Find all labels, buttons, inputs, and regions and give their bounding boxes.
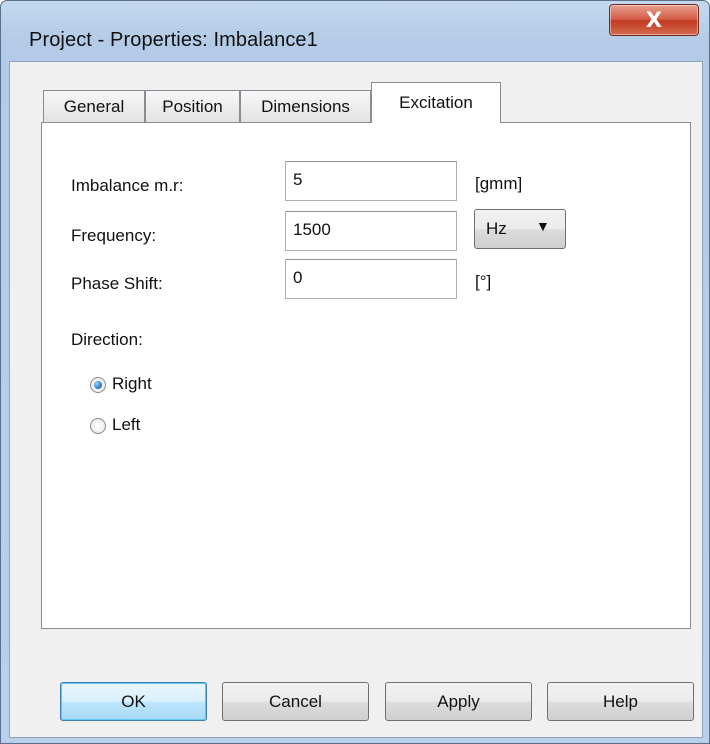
frequency-label: Frequency: — [71, 226, 157, 245]
tab-position[interactable]: Position — [145, 90, 240, 122]
frequency-unit-select[interactable]: Hz ▼ — [474, 209, 566, 249]
imbalance-unit: [gmm] — [475, 174, 523, 193]
frequency-unit-value: Hz — [486, 219, 507, 238]
phase-shift-unit: [°] — [475, 272, 492, 291]
close-icon: X — [645, 8, 663, 32]
close-button[interactable]: X — [609, 4, 699, 36]
chevron-down-icon: ▼ — [536, 218, 550, 234]
apply-button[interactable]: Apply — [385, 682, 532, 721]
help-button[interactable]: Help — [547, 682, 694, 721]
imbalance-input[interactable]: 5 — [285, 161, 457, 201]
radio-left[interactable] — [90, 418, 106, 434]
phase-shift-label: Phase Shift: — [71, 274, 163, 293]
tab-general[interactable]: General — [43, 90, 145, 122]
imbalance-label: Imbalance m.r: — [71, 176, 184, 195]
frequency-input[interactable]: 1500 — [285, 211, 457, 251]
tab-dimensions[interactable]: Dimensions — [240, 90, 371, 122]
tab-excitation[interactable]: Excitation — [371, 82, 501, 123]
radio-right-label[interactable]: Right — [112, 374, 152, 394]
direction-label: Direction: — [71, 330, 143, 349]
window-title: Project - Properties: Imbalance1 — [29, 29, 318, 51]
radio-right[interactable] — [90, 377, 106, 393]
phase-shift-input[interactable]: 0 — [285, 259, 457, 299]
dialog-window: Project - Properties: Imbalance1 X Gener… — [0, 0, 710, 744]
dialog-client-area: General Position Dimensions Excitation I… — [9, 61, 703, 738]
cancel-button[interactable]: Cancel — [222, 682, 369, 721]
ok-button[interactable]: OK — [60, 682, 207, 721]
radio-left-label[interactable]: Left — [112, 415, 140, 435]
